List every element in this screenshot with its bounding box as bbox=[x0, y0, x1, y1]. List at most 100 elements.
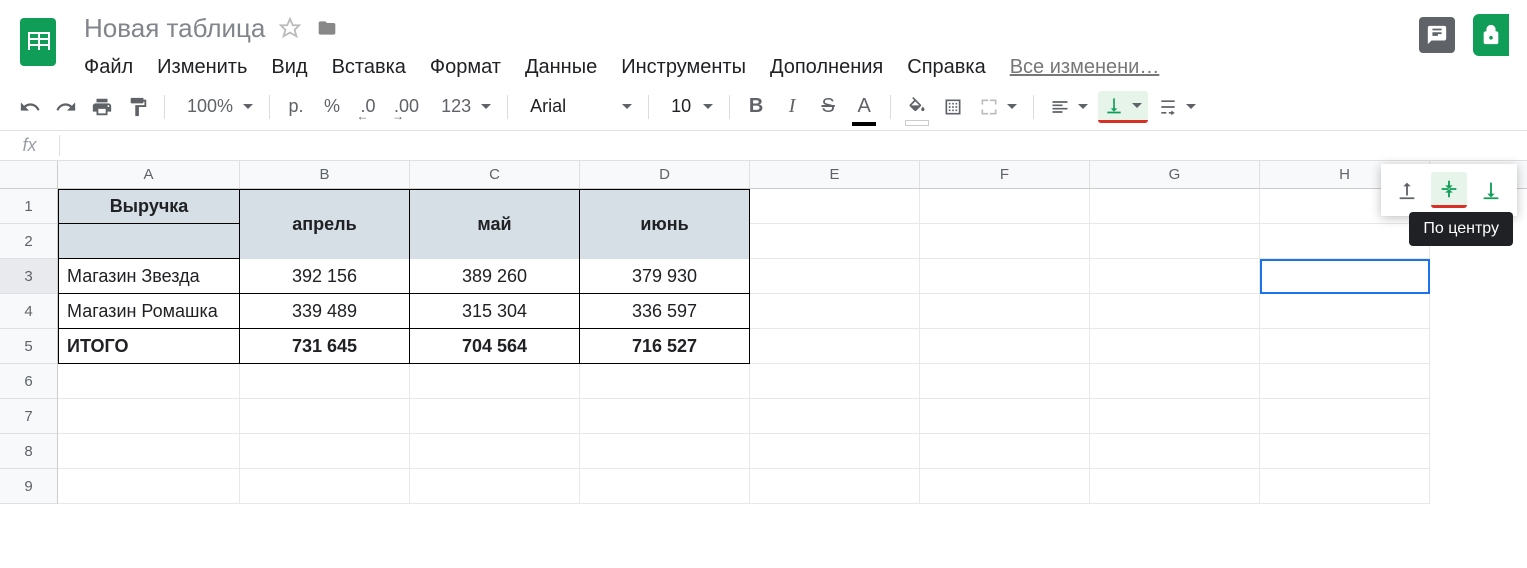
select-all-corner[interactable] bbox=[0, 161, 58, 188]
cell-c9[interactable] bbox=[410, 469, 580, 504]
cell-b6[interactable] bbox=[240, 364, 410, 399]
currency-button[interactable]: р. bbox=[280, 91, 312, 123]
cell-g7[interactable] bbox=[1090, 399, 1260, 434]
menu-view[interactable]: Вид bbox=[259, 52, 319, 83]
cell-d8[interactable] bbox=[580, 434, 750, 469]
cell-d1[interactable]: июнь bbox=[580, 189, 750, 259]
cell-b7[interactable] bbox=[240, 399, 410, 434]
col-header-g[interactable]: G bbox=[1090, 161, 1260, 188]
row-header-2[interactable]: 2 bbox=[0, 224, 58, 259]
row-header-5[interactable]: 5 bbox=[0, 329, 58, 364]
cell-c3[interactable]: 389 260 bbox=[410, 259, 580, 294]
cell-h6[interactable] bbox=[1260, 364, 1430, 399]
col-header-c[interactable]: C bbox=[410, 161, 580, 188]
cell-d4[interactable]: 336 597 bbox=[580, 294, 750, 329]
cell-b9[interactable] bbox=[240, 469, 410, 504]
vertical-align-button[interactable] bbox=[1098, 91, 1148, 123]
cell-h7[interactable] bbox=[1260, 399, 1430, 434]
menu-addons[interactable]: Дополнения bbox=[758, 52, 895, 83]
cell-h2[interactable] bbox=[1260, 224, 1430, 259]
app-logo[interactable] bbox=[14, 10, 62, 74]
strikethrough-button[interactable]: S bbox=[812, 91, 844, 123]
cell-b1[interactable]: апрель bbox=[240, 189, 410, 259]
row-header-7[interactable]: 7 bbox=[0, 399, 58, 434]
menu-edit[interactable]: Изменить bbox=[145, 52, 259, 83]
changes-link[interactable]: Все изменени… bbox=[998, 52, 1172, 83]
text-color-button[interactable]: A bbox=[848, 91, 880, 123]
cell-d6[interactable] bbox=[580, 364, 750, 399]
cell-f7[interactable] bbox=[920, 399, 1090, 434]
cell-a6[interactable] bbox=[58, 364, 240, 399]
cell-e7[interactable] bbox=[750, 399, 920, 434]
cell-a7[interactable] bbox=[58, 399, 240, 434]
merge-cells-button[interactable] bbox=[973, 91, 1023, 123]
percent-button[interactable]: % bbox=[316, 91, 348, 123]
cell-h4[interactable] bbox=[1260, 294, 1430, 329]
cell-f9[interactable] bbox=[920, 469, 1090, 504]
borders-button[interactable] bbox=[937, 91, 969, 123]
col-header-d[interactable]: D bbox=[580, 161, 750, 188]
cell-g9[interactable] bbox=[1090, 469, 1260, 504]
cell-g2[interactable] bbox=[1090, 224, 1260, 259]
cell-a1[interactable]: Выручка bbox=[58, 189, 240, 224]
cell-h5[interactable] bbox=[1260, 329, 1430, 364]
horizontal-align-button[interactable] bbox=[1044, 91, 1094, 123]
cell-c1[interactable]: май bbox=[410, 189, 580, 259]
cell-a5[interactable]: ИТОГО bbox=[58, 329, 240, 364]
cell-a4[interactable]: Магазин Ромашка bbox=[58, 294, 240, 329]
cell-f2[interactable] bbox=[920, 224, 1090, 259]
col-header-e[interactable]: E bbox=[750, 161, 920, 188]
cell-d7[interactable] bbox=[580, 399, 750, 434]
cell-c4[interactable]: 315 304 bbox=[410, 294, 580, 329]
bold-button[interactable]: B bbox=[740, 91, 772, 123]
cell-g4[interactable] bbox=[1090, 294, 1260, 329]
row-header-6[interactable]: 6 bbox=[0, 364, 58, 399]
cell-a8[interactable] bbox=[58, 434, 240, 469]
row-header-3[interactable]: 3 bbox=[0, 259, 58, 294]
redo-button[interactable] bbox=[50, 91, 82, 123]
cell-g1[interactable] bbox=[1090, 189, 1260, 224]
cell-b5[interactable]: 731 645 bbox=[240, 329, 410, 364]
cell-d5[interactable]: 716 527 bbox=[580, 329, 750, 364]
text-wrap-button[interactable] bbox=[1152, 91, 1202, 123]
cell-c5[interactable]: 704 564 bbox=[410, 329, 580, 364]
print-button[interactable] bbox=[86, 91, 118, 123]
menu-data[interactable]: Данные bbox=[513, 52, 609, 83]
cell-h8[interactable] bbox=[1260, 434, 1430, 469]
col-header-a[interactable]: A bbox=[58, 161, 240, 188]
cell-c6[interactable] bbox=[410, 364, 580, 399]
comments-button[interactable] bbox=[1419, 17, 1455, 53]
row-header-9[interactable]: 9 bbox=[0, 469, 58, 504]
cell-e5[interactable] bbox=[750, 329, 920, 364]
cell-a3[interactable]: Магазин Звезда bbox=[58, 259, 240, 294]
paint-format-button[interactable] bbox=[122, 91, 154, 123]
row-header-1[interactable]: 1 bbox=[0, 189, 58, 224]
menu-insert[interactable]: Вставка bbox=[320, 52, 418, 83]
cell-c7[interactable] bbox=[410, 399, 580, 434]
cell-a9[interactable] bbox=[58, 469, 240, 504]
cell-f1[interactable] bbox=[920, 189, 1090, 224]
align-middle-button[interactable] bbox=[1431, 172, 1467, 208]
align-top-button[interactable] bbox=[1389, 172, 1425, 208]
cell-g5[interactable] bbox=[1090, 329, 1260, 364]
cell-f5[interactable] bbox=[920, 329, 1090, 364]
col-header-b[interactable]: B bbox=[240, 161, 410, 188]
row-header-8[interactable]: 8 bbox=[0, 434, 58, 469]
share-button[interactable] bbox=[1473, 14, 1509, 56]
cell-e1[interactable] bbox=[750, 189, 920, 224]
cell-f3[interactable] bbox=[920, 259, 1090, 294]
document-title[interactable]: Новая таблица bbox=[84, 13, 265, 44]
align-bottom-button[interactable] bbox=[1473, 172, 1509, 208]
cell-e3[interactable] bbox=[750, 259, 920, 294]
menu-tools[interactable]: Инструменты bbox=[609, 52, 758, 83]
cell-b4[interactable]: 339 489 bbox=[240, 294, 410, 329]
fill-color-button[interactable] bbox=[901, 91, 933, 123]
star-icon[interactable] bbox=[279, 17, 301, 39]
cell-f8[interactable] bbox=[920, 434, 1090, 469]
folder-icon[interactable] bbox=[315, 18, 339, 38]
cell-f6[interactable] bbox=[920, 364, 1090, 399]
zoom-dropdown[interactable]: 100% bbox=[175, 91, 259, 123]
italic-button[interactable]: I bbox=[776, 91, 808, 123]
menu-file[interactable]: Файл bbox=[84, 52, 145, 83]
cell-c8[interactable] bbox=[410, 434, 580, 469]
